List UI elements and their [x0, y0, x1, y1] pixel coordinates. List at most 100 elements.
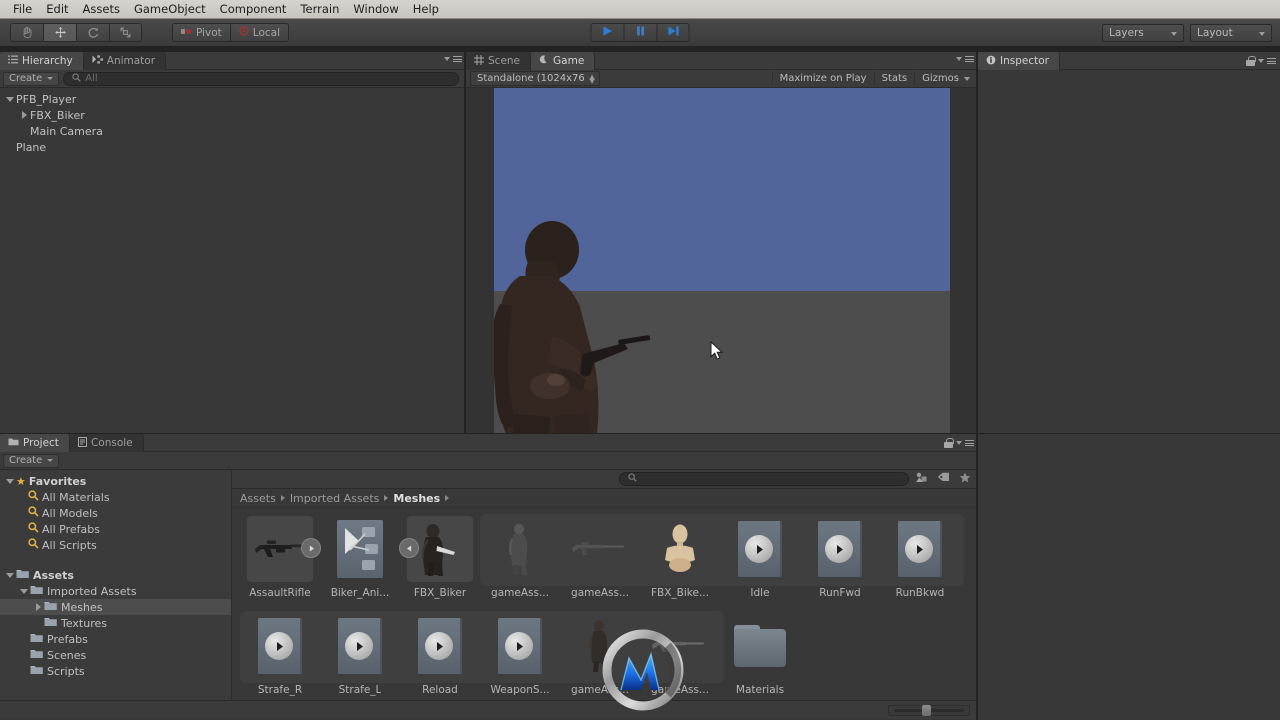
hierarchy-options[interactable]: [444, 56, 462, 62]
move-tool-button[interactable]: [43, 23, 76, 42]
tab-hierarchy[interactable]: Hierarchy: [0, 52, 84, 70]
tree-item-textures[interactable]: Textures: [0, 615, 231, 631]
inspector-body-empty: [978, 70, 1280, 719]
asset-item-biker-animator[interactable]: Biker_Ani...: [320, 516, 400, 599]
lock-icon[interactable]: [944, 438, 954, 448]
local-toggle-button[interactable]: Local: [229, 23, 289, 42]
tab-scene[interactable]: Scene: [466, 52, 532, 70]
scale-tool-button[interactable]: [109, 23, 142, 42]
tree-item-all-materials[interactable]: All Materials: [0, 489, 231, 505]
resolution-dropdown[interactable]: Standalone (1024x76 ▲ ▼: [470, 71, 600, 86]
asset-item-weaponswitch[interactable]: WeaponS...: [480, 613, 560, 696]
preview-expand-icon[interactable]: [301, 538, 321, 558]
hierarchy-item-plane[interactable]: Plane: [0, 139, 466, 155]
vertical-divider-right[interactable]: [976, 47, 978, 720]
tree-item-favorites[interactable]: ★ Favorites: [0, 473, 231, 489]
disclosure-triangle-icon[interactable]: [18, 588, 30, 594]
favorite-filter-icon[interactable]: [956, 472, 974, 486]
layers-dropdown[interactable]: Layers: [1102, 23, 1184, 42]
project-create-button[interactable]: Create: [3, 453, 60, 468]
vertical-divider-left[interactable]: [464, 52, 466, 434]
rotate-tool-button[interactable]: [76, 23, 109, 42]
tree-item-prefabs[interactable]: Prefabs: [0, 631, 231, 647]
preview-collapse-icon[interactable]: [399, 538, 419, 558]
hamburger-icon: [965, 56, 974, 62]
asset-item-runfwd[interactable]: RunFwd: [800, 516, 880, 599]
menu-item-edit[interactable]: Edit: [39, 1, 75, 18]
lock-icon[interactable]: [1246, 56, 1256, 66]
asset-item-materials-folder[interactable]: Materials: [720, 613, 800, 696]
asset-item-runbkwd[interactable]: RunBkwd: [880, 516, 960, 599]
horizontal-divider[interactable]: [0, 433, 1280, 434]
project-search-input[interactable]: [619, 472, 909, 486]
hand-tool-button[interactable]: [10, 23, 43, 42]
zoom-slider-knob[interactable]: [922, 704, 931, 716]
hierarchy-search-input[interactable]: All: [63, 71, 459, 86]
asset-thumbnail: [807, 516, 873, 582]
game-panel: Scene Game Standalone (1024x76 ▲ ▼ Maxim…: [466, 52, 978, 451]
tree-item-all-scripts[interactable]: All Scripts: [0, 537, 231, 553]
gizmos-dropdown[interactable]: Gizmos: [914, 71, 974, 86]
disclosure-triangle-icon[interactable]: [4, 478, 16, 484]
tree-item-all-prefabs[interactable]: All Prefabs: [0, 521, 231, 537]
tab-animator[interactable]: Animator: [83, 52, 167, 70]
breadcrumb-imported-assets[interactable]: Imported Assets: [290, 492, 380, 505]
tree-item-assets[interactable]: Assets: [0, 567, 231, 583]
tab-scene-label: Scene: [488, 55, 521, 67]
menu-item-gameobject[interactable]: GameObject: [127, 1, 213, 18]
playback-controls: [590, 23, 690, 42]
asset-item-reload[interactable]: Reload: [400, 613, 480, 696]
tree-item-imported-assets[interactable]: Imported Assets: [0, 583, 231, 599]
hierarchy-item-pfb-player[interactable]: PFB_Player: [0, 91, 466, 107]
pivot-toggle-button[interactable]: Pivot: [172, 23, 230, 42]
disclosure-triangle-icon[interactable]: [18, 111, 30, 119]
game-viewport[interactable]: [494, 88, 950, 451]
disclosure-triangle-icon[interactable]: [32, 603, 44, 611]
pause-button[interactable]: [623, 23, 657, 42]
disclosure-triangle-icon[interactable]: [4, 96, 16, 102]
tab-project[interactable]: Project: [0, 434, 70, 452]
stats-toggle[interactable]: Stats: [873, 71, 915, 86]
hierarchy-create-button[interactable]: Create: [3, 71, 60, 86]
step-button[interactable]: [656, 23, 690, 42]
menu-item-terrain[interactable]: Terrain: [293, 1, 346, 18]
menu-item-file[interactable]: File: [6, 1, 39, 18]
type-filter-icon[interactable]: [912, 472, 931, 486]
disclosure-triangle-icon[interactable]: [4, 572, 16, 578]
label-filter-icon[interactable]: [934, 472, 953, 486]
breadcrumb-assets[interactable]: Assets: [240, 492, 276, 505]
asset-item-gameasset-character-2[interactable]: gameAss...: [560, 613, 640, 696]
tree-item-scripts[interactable]: Scripts: [0, 663, 231, 679]
project-options[interactable]: [944, 438, 974, 448]
menu-item-window[interactable]: Window: [346, 1, 405, 18]
tree-item-meshes[interactable]: Meshes: [0, 599, 231, 615]
maximize-on-play-toggle[interactable]: Maximize on Play: [771, 71, 874, 86]
tab-console[interactable]: Console: [69, 434, 144, 452]
menu-item-help[interactable]: Help: [406, 1, 446, 18]
asset-item-gameasset-rifle-2[interactable]: gameAss...: [640, 613, 720, 696]
asset-item-idle[interactable]: Idle: [720, 516, 800, 599]
tree-item-all-models[interactable]: All Models: [0, 505, 231, 521]
breadcrumb-meshes[interactable]: Meshes: [393, 492, 440, 505]
hierarchy-item-main-camera[interactable]: Main Camera: [0, 123, 466, 139]
asset-item-fbx-biker[interactable]: FBX_Biker: [399, 516, 480, 599]
asset-item-gameasset-character-1[interactable]: gameAss...: [480, 516, 560, 599]
hierarchy-item-fbx-biker[interactable]: FBX_Biker: [0, 107, 466, 123]
asset-item-assaultrifle[interactable]: AssaultRifle: [240, 516, 321, 599]
asset-item-gameasset-rifle-1[interactable]: gameAss...: [560, 516, 640, 599]
play-button[interactable]: [590, 23, 624, 42]
tab-game[interactable]: Game: [531, 52, 596, 70]
asset-item-fbx-biker-avatar[interactable]: FBX_Bike...: [640, 516, 720, 599]
tree-item-scenes[interactable]: Scenes: [0, 647, 231, 663]
layout-dropdown[interactable]: Layout: [1190, 23, 1272, 42]
menu-item-assets[interactable]: Assets: [76, 1, 127, 18]
tab-inspector[interactable]: Inspector: [978, 52, 1060, 70]
inspector-options[interactable]: [1246, 56, 1276, 66]
hierarchy-subbar: Create All: [0, 70, 466, 88]
asset-item-strafe-r[interactable]: Strafe_R: [240, 613, 320, 696]
game-options[interactable]: [956, 56, 974, 62]
menu-item-component[interactable]: Component: [213, 1, 294, 18]
game-viewport-container[interactable]: [466, 88, 978, 451]
thumbnail-zoom-slider[interactable]: [888, 704, 970, 716]
asset-item-strafe-l[interactable]: Strafe_L: [320, 613, 400, 696]
